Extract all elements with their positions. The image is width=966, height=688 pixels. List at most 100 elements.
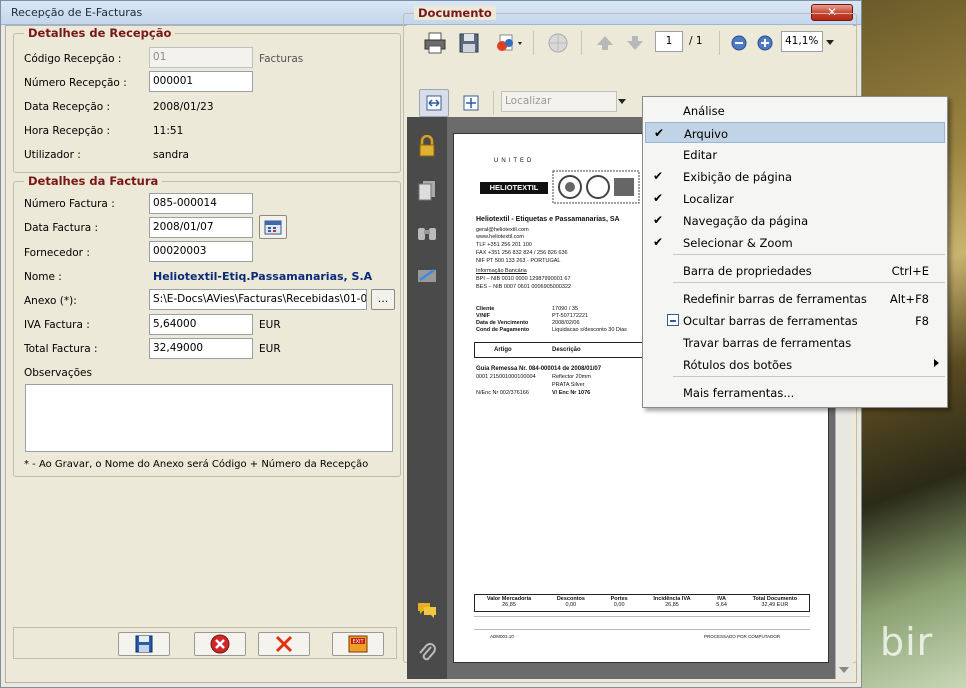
desktop-logo-text: bir xyxy=(880,620,934,664)
fornecedor-label: Fornecedor : xyxy=(24,247,90,259)
pdf-nif: NIF PT 500 133 263 - PORTUGAL xyxy=(476,258,561,264)
pdf-totals-value: 0,00 xyxy=(565,602,577,608)
pdf-totals-value: 32,49 EUR xyxy=(761,602,789,608)
submenu-arrow-icon xyxy=(934,359,939,367)
menu-item-label: Arquivo xyxy=(684,127,729,141)
pdf-line-code: 0001 215001000100004 xyxy=(476,374,536,380)
pdf-line-desc2: PRATA Silver xyxy=(552,382,585,388)
calendar-button[interactable] xyxy=(259,215,287,239)
anexo-label: Anexo (*): xyxy=(24,295,77,307)
anexo-field[interactable]: S:\E-Docs\AVies\Facturas\Recebidas\01-0 xyxy=(149,289,367,310)
zoom-level-input[interactable]: 41,1% xyxy=(781,31,823,52)
delete-button[interactable] xyxy=(258,632,310,656)
pdf-tlf: TLF +351 256 201 100 xyxy=(476,242,532,248)
data-factura-field[interactable]: 2008/01/07 xyxy=(149,217,253,238)
pages-button[interactable] xyxy=(415,177,439,203)
collaborate-button[interactable] xyxy=(543,29,573,57)
zoom-out-button[interactable] xyxy=(729,33,749,53)
search-input[interactable]: Localizar xyxy=(501,91,617,112)
zoom-in-button[interactable] xyxy=(755,33,775,53)
menu-item-navega-o-da-p-gina[interactable]: ✔ Navegação da página xyxy=(645,210,945,231)
print-button[interactable] xyxy=(421,29,449,57)
toolbar-context-menu: Análise ✔ Arquivo Editar ✔ Exibição de página… xyxy=(642,96,948,408)
check-icon: ✔ xyxy=(654,126,665,140)
pdf-venc-label: Data de Vencimento xyxy=(476,320,529,326)
pdf-col-artigo: Artigo xyxy=(494,347,512,353)
pdf-guia: Guia Remessa Nr. 084-000014 de 2008/01/0… xyxy=(476,366,602,372)
total-field[interactable]: 32,49000 xyxy=(149,338,253,359)
pdf-totals-value: 26,85 xyxy=(502,602,516,608)
menu-item-barra-de-propriedades[interactable]: Barra de propriedades Ctrl+E xyxy=(645,260,945,281)
utilizador-label: Utilizador : xyxy=(24,149,81,161)
cancel-button[interactable] xyxy=(194,632,246,656)
invoice-group-title: Detalhes da Factura xyxy=(24,174,163,188)
menu-item-selecionar-zoom[interactable]: ✔ Selecionar & Zoom xyxy=(645,232,945,253)
fit-page-button[interactable] xyxy=(457,89,485,117)
menu-item-r-tulos-dos-bot-es[interactable]: Rótulos dos botões xyxy=(645,354,945,375)
pdf-vnif-value: PT-507172221 xyxy=(552,313,589,319)
window-title: Recepção de E-Facturas xyxy=(11,6,143,19)
numero-recepcao-field[interactable]: 000001 xyxy=(149,71,253,92)
zoom-in-icon xyxy=(757,35,773,51)
anexo-browse-button[interactable]: ... xyxy=(371,289,395,310)
menu-item-arquivo[interactable]: ✔ Arquivo xyxy=(645,122,945,143)
total-label: Total Factura : xyxy=(24,343,98,355)
menu-item-shortcut: Alt+F8 xyxy=(889,292,929,306)
pdf-fax: FAX +351 256 832 824 / 256 826 636 xyxy=(476,250,568,256)
iva-field[interactable]: 5,64000 xyxy=(149,314,253,335)
menu-item-an-lise[interactable]: Análise xyxy=(645,100,945,121)
codigo-field[interactable]: 01 xyxy=(149,47,253,68)
page-number-input[interactable]: 1 xyxy=(655,31,683,52)
page-total: / 1 xyxy=(689,35,703,47)
menu-separator xyxy=(673,254,945,255)
menu-item-redefinir-barras-de-ferramentas[interactable]: Redefinir barras de ferramentas Alt+F8 xyxy=(645,288,945,309)
menu-item-label: Mais ferramentas... xyxy=(683,386,795,400)
check-icon: ✔ xyxy=(653,213,664,227)
fornecedor-field[interactable]: 00020003 xyxy=(149,241,253,262)
menu-item-localizar[interactable]: ✔ Localizar xyxy=(645,188,945,209)
attachments-button[interactable] xyxy=(415,639,439,665)
security-button[interactable] xyxy=(415,133,439,159)
delete-x-icon xyxy=(275,635,293,653)
certification-logos xyxy=(552,170,640,204)
exit-button[interactable]: EXIT xyxy=(332,632,384,656)
iva-unit: EUR xyxy=(259,319,281,331)
fit-width-button[interactable] xyxy=(419,89,449,117)
find-button[interactable] xyxy=(415,219,439,245)
binoculars-icon xyxy=(418,228,436,240)
menu-item-mais-ferramentas[interactable]: Mais ferramentas... xyxy=(645,382,945,403)
hora-recepcao-value: 11:51 xyxy=(153,125,184,137)
menu-item-label: Selecionar & Zoom xyxy=(683,236,793,250)
numero-recepcao-label: Número Recepção : xyxy=(24,77,127,89)
observacoes-textarea[interactable] xyxy=(25,384,393,452)
comments-button[interactable] xyxy=(415,597,439,623)
pdf-footer-processed: PROCESSADO POR COMPUTADOR xyxy=(704,634,781,639)
menu-item-exibi-o-de-p-gina[interactable]: ✔ Exibição de página xyxy=(645,166,945,187)
check-icon: ✔ xyxy=(653,169,664,183)
save-button[interactable] xyxy=(118,632,170,656)
menu-item-editar[interactable]: Editar xyxy=(645,144,945,165)
pdf-venc-nr: V/ Enc Nr 1076 xyxy=(552,390,591,396)
share-icon xyxy=(497,34,522,51)
save-copy-button[interactable] xyxy=(455,29,483,57)
next-page-button[interactable] xyxy=(623,31,647,55)
observacoes-label: Observações xyxy=(24,367,92,379)
data-recepcao-label: Data Recepção : xyxy=(24,101,111,113)
menu-separator xyxy=(673,376,945,377)
check-icon: ✔ xyxy=(653,191,664,205)
pdf-totals-columns: Valor Mercadoria 26,85 Descontos 0,00 Portes… xyxy=(474,596,810,608)
pdf-cliente-value: 17090 / 35 xyxy=(552,306,578,312)
signatures-button[interactable] xyxy=(415,263,439,289)
menu-item-label: Barra de propriedades xyxy=(683,264,812,278)
scroll-down-arrow[interactable] xyxy=(839,667,849,673)
menu-item-ocultar-barras-de-ferramentas[interactable]: Ocultar barras de ferramentas F8 xyxy=(645,310,945,331)
previous-page-button[interactable] xyxy=(593,31,617,55)
share-button[interactable] xyxy=(491,29,527,57)
menu-item-travar-barras-de-ferramentas[interactable]: Travar barras de ferramentas xyxy=(645,332,945,353)
numero-factura-field[interactable]: 085-000014 xyxy=(149,193,253,214)
toolbar-separator xyxy=(719,31,720,55)
search-dropdown-button[interactable] xyxy=(617,97,627,107)
pdf-bank-2: BES – NIB 0007 0601 0006905000322 xyxy=(476,284,572,290)
zoom-dropdown-button[interactable] xyxy=(825,37,835,49)
menu-item-label: Localizar xyxy=(683,192,734,206)
